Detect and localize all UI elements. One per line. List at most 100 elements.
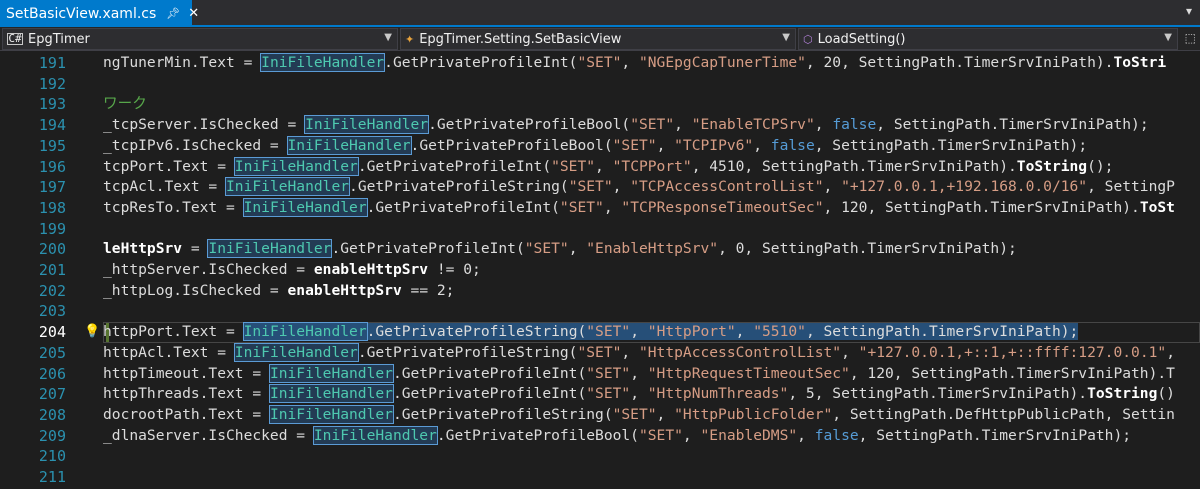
code-token: "HttpPublicFolder" — [674, 405, 833, 423]
code-token: , — [841, 343, 859, 361]
code-line[interactable]: tcpPort.Text = IniFileHandler.GetPrivate… — [103, 156, 1113, 178]
code-token: IniFileHandler — [233, 156, 359, 176]
line-number: 195 — [38, 136, 66, 155]
chevron-down-icon: ▼ — [384, 32, 392, 43]
line-number: 201 — [38, 261, 66, 279]
code-token: _tcpServer.IsChecked = — [103, 116, 306, 134]
code-token: .GetPrivateProfileBool( — [428, 116, 631, 134]
code-token: "SET" — [638, 426, 683, 444]
code-line[interactable]: ngTunerMin.Text = IniFileHandler.GetPriv… — [103, 53, 1166, 74]
code-token: , — [823, 178, 842, 196]
code-token: "HttpNumThreads" — [647, 385, 789, 403]
code-token: docrootPath.Text = — [103, 405, 270, 423]
code-token: "SET" — [586, 323, 631, 341]
code-token: , SettingPath.TimerSrvIniPath); — [876, 116, 1149, 134]
code-line[interactable]: leHttpSrv = IniFileHandler.GetPrivatePro… — [103, 239, 1017, 260]
type-dropdown[interactable]: ✦ EpgTimer.Setting.SetBasicView ▼ — [400, 28, 796, 50]
code-token: _httpLog.IsChecked = — [103, 281, 288, 299]
code-token: "SET" — [586, 364, 631, 382]
code-token: IniFileHandler — [286, 135, 412, 155]
code-token: tcpAcl.Text = — [103, 178, 227, 196]
code-area[interactable]: ngTunerMin.Text = IniFileHandler.GetPriv… — [103, 51, 1200, 489]
code-token: "TCPIPv6" — [674, 136, 754, 154]
code-token: , — [630, 385, 648, 403]
code-token: IniFileHandler — [233, 342, 359, 362]
chevron-down-icon: ▼ — [1164, 32, 1172, 43]
code-token: .GetPrivateProfileString( — [366, 323, 587, 341]
code-line[interactable]: _dlnaServer.IsChecked = IniFileHandler.G… — [103, 425, 1131, 447]
code-token: , — [656, 405, 675, 423]
code-token: = — [182, 240, 209, 258]
code-token: .GetPrivateProfileInt( — [366, 198, 560, 216]
code-token: , — [603, 198, 622, 216]
code-line[interactable]: _tcpIPv6.IsChecked = IniFileHandler.GetP… — [103, 135, 1088, 157]
line-number: 205 — [38, 343, 66, 362]
code-token: , — [621, 54, 639, 71]
code-token: "TCPPort" — [612, 157, 692, 175]
code-token: "+127.0.0.1,+192.168.0.0/16" — [841, 178, 1088, 196]
code-token: "TCPResponseTimeoutSec" — [621, 198, 824, 216]
code-token: IniFileHandler — [268, 404, 394, 424]
code-token: , — [753, 136, 771, 154]
code-line[interactable]: _tcpServer.IsChecked = IniFileHandler.Ge… — [103, 115, 1149, 136]
code-token: "SET" — [630, 116, 675, 134]
code-token: leHttpSrv — [103, 240, 183, 258]
code-token: , SettingP — [1087, 178, 1175, 196]
code-token: "SET" — [612, 136, 657, 154]
code-token: "SET" — [568, 178, 613, 196]
code-token: ToSt — [1139, 198, 1175, 216]
code-token: "TCPAccessControlList" — [630, 178, 824, 196]
code-token: , SettingPath.TimerSrvIniPath); — [814, 136, 1088, 154]
code-token: httpPort.Text = — [103, 323, 244, 341]
code-token: false — [770, 136, 815, 154]
code-editor[interactable]: 191 192 193 194 195 196 197 198 199 200 201 202 203 2… — [0, 51, 1200, 489]
line-number: 204 — [38, 323, 66, 342]
code-line[interactable]: _httpServer.IsChecked = enableHttpSrv !=… — [103, 260, 481, 281]
line-number: 208 — [38, 405, 66, 424]
split-window-icon[interactable]: ⬚ — [1185, 31, 1196, 45]
code-token: , — [621, 343, 639, 361]
code-token: .GetPrivateProfileString( — [349, 178, 569, 196]
line-number: 197 — [38, 178, 66, 197]
code-token: , — [612, 178, 631, 196]
tab-setbasicview[interactable]: SetBasicView.xaml.cs 📌︎ ✕ — [0, 0, 199, 27]
code-token: , — [568, 240, 587, 258]
code-line[interactable]: docrootPath.Text = IniFileHandler.GetPri… — [103, 404, 1175, 426]
code-line[interactable]: httpAcl.Text = IniFileHandler.GetPrivate… — [103, 342, 1175, 364]
code-line[interactable]: ワーク — [103, 94, 147, 115]
code-token: , 120, SettingPath.TimerSrvIniPath).T — [849, 364, 1175, 382]
code-line[interactable]: tcpResTo.Text = IniFileHandler.GetPrivat… — [103, 197, 1175, 219]
code-token: , 0, SettingPath.TimerSrvIniPath); — [718, 240, 1017, 258]
code-line[interactable]: httpThreads.Text = IniFileHandler.GetPri… — [103, 384, 1175, 405]
lightbulb-icon[interactable]: 💡 — [84, 322, 100, 343]
code-token: IniFileHandler — [312, 425, 438, 445]
project-dropdown[interactable]: C# EpgTimer ▼ — [2, 28, 398, 50]
code-token: , — [1166, 343, 1175, 361]
pin-icon[interactable]: 📌︎ — [166, 7, 180, 20]
code-line[interactable]: httpTimeout.Text = IniFileHandler.GetPri… — [103, 363, 1175, 385]
code-token: IniFileHandler — [260, 53, 386, 72]
member-dropdown-label: LoadSetting() — [817, 31, 906, 47]
line-number: 198 — [38, 198, 66, 217]
code-token: , — [630, 323, 648, 341]
code-token: , — [682, 426, 701, 444]
tab-overflow-chevron-down-icon[interactable]: ▾ — [1186, 4, 1192, 18]
code-token: "+127.0.0.1,+::1,+::ffff:127.0.0.1" — [858, 343, 1167, 361]
code-token: ToString — [1087, 385, 1158, 403]
code-token: httpAcl.Text = — [103, 343, 235, 361]
line-number: 191 — [38, 54, 66, 72]
line-number: 203 — [38, 302, 66, 321]
code-line[interactable]: _httpLog.IsChecked = enableHttpSrv == 2; — [103, 281, 454, 302]
close-icon[interactable]: ✕ — [188, 6, 199, 21]
code-token: "EnableTCPSrv" — [691, 116, 815, 134]
code-token: "SET" — [586, 385, 631, 403]
code-token: httpTimeout.Text = — [103, 364, 270, 382]
member-dropdown[interactable]: ⬡ LoadSetting() ▼ — [798, 28, 1178, 50]
code-token: , 20, SettingPath.TimerSrvIniPath). — [805, 54, 1114, 71]
code-token: IniFileHandler — [268, 363, 394, 383]
code-line[interactable]: tcpAcl.Text = IniFileHandler.GetPrivateP… — [103, 177, 1175, 198]
indicator-margin — [0, 51, 18, 489]
type-dropdown-label: EpgTimer.Setting.SetBasicView — [419, 31, 622, 47]
line-number: 207 — [38, 385, 66, 404]
code-line[interactable]: httpPort.Text = IniFileHandler.GetPrivat… — [103, 322, 1079, 343]
